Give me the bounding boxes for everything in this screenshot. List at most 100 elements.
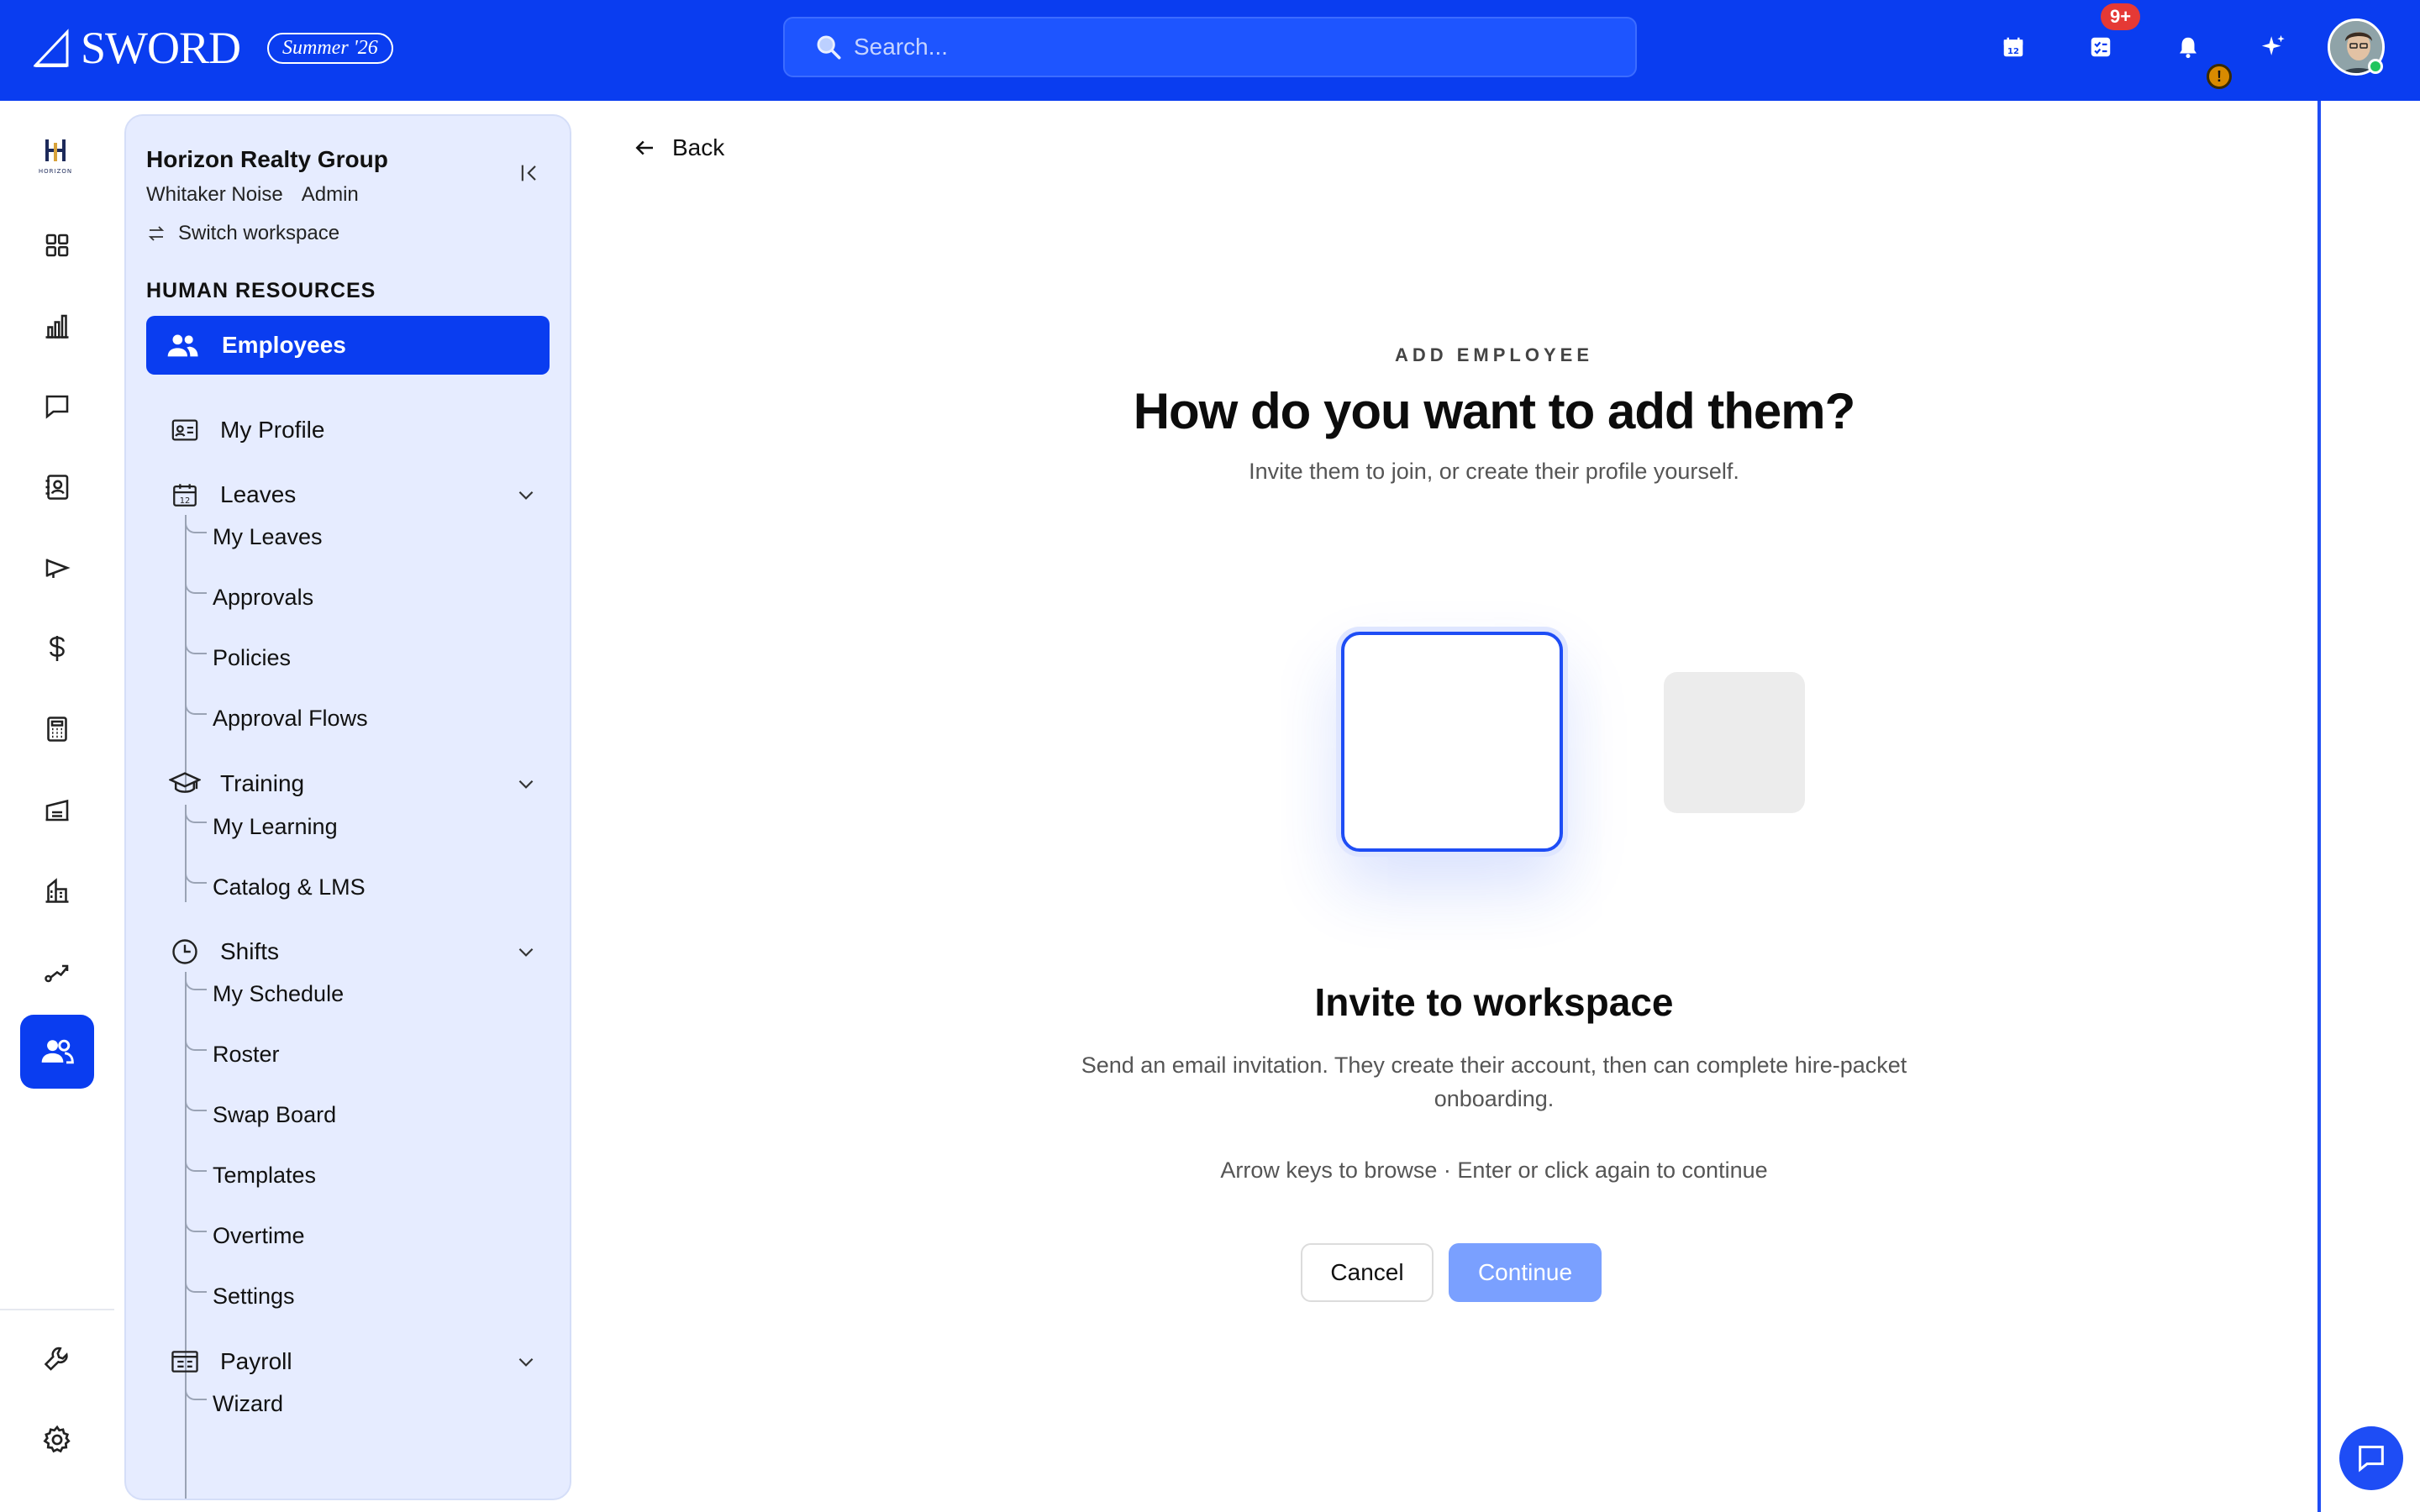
payroll-list-icon xyxy=(168,1345,202,1378)
chevron-down-icon[interactable] xyxy=(513,481,539,508)
search-bar[interactable] xyxy=(783,17,1637,77)
horizon-logo-icon: HORIZON xyxy=(39,139,72,175)
tree-connector xyxy=(185,1388,187,1499)
release-badge: Summer '26 xyxy=(267,32,393,64)
tree-connector xyxy=(185,636,207,654)
sidebar-item-training[interactable]: Training xyxy=(168,764,304,804)
continue-button[interactable]: Continue xyxy=(1449,1243,1602,1302)
sidebar-subitem[interactable]: My Schedule xyxy=(213,981,344,1007)
collapse-sidebar-icon[interactable] xyxy=(514,158,544,188)
dashboard-grid-icon[interactable] xyxy=(37,225,77,265)
svg-text:12: 12 xyxy=(180,496,191,506)
sidebar-subitem[interactable]: My Learning xyxy=(213,814,338,840)
bell-icon[interactable] xyxy=(2170,29,2207,66)
brand-logo[interactable]: SWORD Summer '26 xyxy=(34,22,393,74)
calculator-icon[interactable] xyxy=(37,709,77,749)
tree-connector xyxy=(185,1153,207,1172)
sidebar-subitem[interactable]: My Leaves xyxy=(213,524,323,550)
tree-connector xyxy=(185,1274,207,1293)
sidebar-subitem[interactable]: Approvals xyxy=(213,585,313,611)
sidebar-item-my-profile[interactable]: My Profile xyxy=(168,410,324,450)
option-title: Invite to workspace xyxy=(1314,980,1674,1024)
people-icon xyxy=(167,334,198,357)
chevron-down-icon[interactable] xyxy=(513,1348,539,1375)
warehouse-icon[interactable] xyxy=(37,790,77,830)
brand-name: SWORD xyxy=(81,23,241,73)
option-description: Send an email invitation. They create th… xyxy=(1081,1053,1907,1111)
tree-connector xyxy=(185,810,187,902)
hr-people-rail-button[interactable] xyxy=(20,1015,94,1089)
search-input[interactable] xyxy=(854,34,1593,60)
hr-sidebar: Horizon Realty Group Whitaker Noise Admi… xyxy=(124,114,571,1500)
top-bar: SWORD Summer '26 12 9+ ! xyxy=(0,0,2420,101)
buildings-icon[interactable] xyxy=(37,870,77,911)
sword-logo-icon xyxy=(34,29,69,67)
switch-workspace-link[interactable]: Switch workspace xyxy=(146,222,339,245)
graduation-cap-icon xyxy=(168,767,202,801)
chat-support-button[interactable] xyxy=(2339,1426,2403,1490)
sparkle-ai-icon[interactable] xyxy=(2255,29,2292,66)
step-eyebrow: ADD EMPLOYEE xyxy=(1394,344,1594,365)
sidebar-subitem[interactable]: Swap Board xyxy=(213,1102,336,1128)
sidebar-item-label: My Profile xyxy=(220,417,325,443)
org-name: Horizon Realty Group xyxy=(146,146,388,172)
svg-text:12: 12 xyxy=(2007,47,2019,56)
sidebar-subitem[interactable]: Policies xyxy=(213,645,291,671)
finance-dollar-icon[interactable] xyxy=(37,628,77,669)
workflow-route-icon[interactable] xyxy=(37,951,77,991)
sidebar-subitem[interactable]: Wizard xyxy=(213,1391,283,1417)
option-card-invite[interactable] xyxy=(1341,632,1563,852)
chevron-down-icon[interactable] xyxy=(513,770,539,797)
tools-wrench-icon[interactable] xyxy=(37,1339,77,1379)
settings-gear-icon[interactable] xyxy=(37,1420,77,1460)
tree-connector xyxy=(185,515,207,533)
tree-connector xyxy=(185,519,187,791)
tree-connector xyxy=(185,1032,207,1051)
sidebar-item-shifts[interactable]: Shifts xyxy=(168,932,279,972)
sidebar-subitem[interactable]: Roster xyxy=(213,1042,280,1068)
sidebar-subitem[interactable]: Catalog & LMS xyxy=(213,874,366,900)
sidebar-item-label: Leaves xyxy=(220,481,297,507)
sidebar-item-payroll[interactable]: Payroll xyxy=(168,1341,292,1382)
cancel-button[interactable]: Cancel xyxy=(1301,1243,1434,1302)
sidebar-item-leaves[interactable]: 12 Leaves xyxy=(168,475,296,515)
sidebar-subitem[interactable]: Approval Flows xyxy=(213,706,368,732)
keyboard-hint: Arrow keys to browse · Enter or click ag… xyxy=(1220,1158,1768,1183)
page-subtitle: Invite them to join, or create their pro… xyxy=(1249,459,1739,484)
panel-divider xyxy=(2317,101,2321,1512)
sidebar-item-label: Training xyxy=(220,770,305,796)
sidebar-item-employees[interactable]: Employees xyxy=(146,316,550,375)
sidebar-subitem[interactable]: Templates xyxy=(213,1163,316,1189)
back-label: Back xyxy=(672,134,725,160)
user-info: Whitaker Noise Admin xyxy=(146,183,359,207)
back-button[interactable]: Back xyxy=(632,134,724,161)
online-status-dot xyxy=(2368,59,2383,74)
tree-connector xyxy=(185,865,207,884)
sidebar-item-label: Employees xyxy=(222,332,346,358)
tree-connector xyxy=(185,972,207,990)
sidebar-subitem[interactable]: Settings xyxy=(213,1284,295,1310)
messages-icon[interactable] xyxy=(37,386,77,427)
user-role: Admin xyxy=(301,183,359,206)
contacts-icon[interactable] xyxy=(37,467,77,507)
chevron-down-icon[interactable] xyxy=(513,938,539,965)
arrow-left-icon xyxy=(635,140,653,155)
app-rail: HORIZON xyxy=(0,101,114,1512)
svg-text:HORIZON: HORIZON xyxy=(39,168,72,175)
page-title: How do you want to add them? xyxy=(1133,383,1856,439)
sidebar-subitem[interactable]: Overtime xyxy=(213,1223,305,1249)
campaigns-megaphone-icon[interactable] xyxy=(37,548,77,588)
user-name: Whitaker Noise xyxy=(146,183,283,206)
section-heading: HUMAN RESOURCES xyxy=(146,279,376,302)
calendar-icon[interactable]: 12 xyxy=(1995,29,2032,66)
calendar-icon: 12 xyxy=(168,478,202,512)
people-icon xyxy=(41,1039,74,1064)
rail-divider xyxy=(0,1309,114,1310)
option-card-create-profile[interactable] xyxy=(1664,672,1805,813)
tree-connector xyxy=(185,575,207,594)
tree-connector xyxy=(185,1382,207,1400)
tree-connector xyxy=(185,696,207,715)
tree-connector xyxy=(185,805,207,823)
analytics-chart-icon[interactable] xyxy=(37,306,77,346)
tasks-icon[interactable] xyxy=(2082,29,2119,66)
